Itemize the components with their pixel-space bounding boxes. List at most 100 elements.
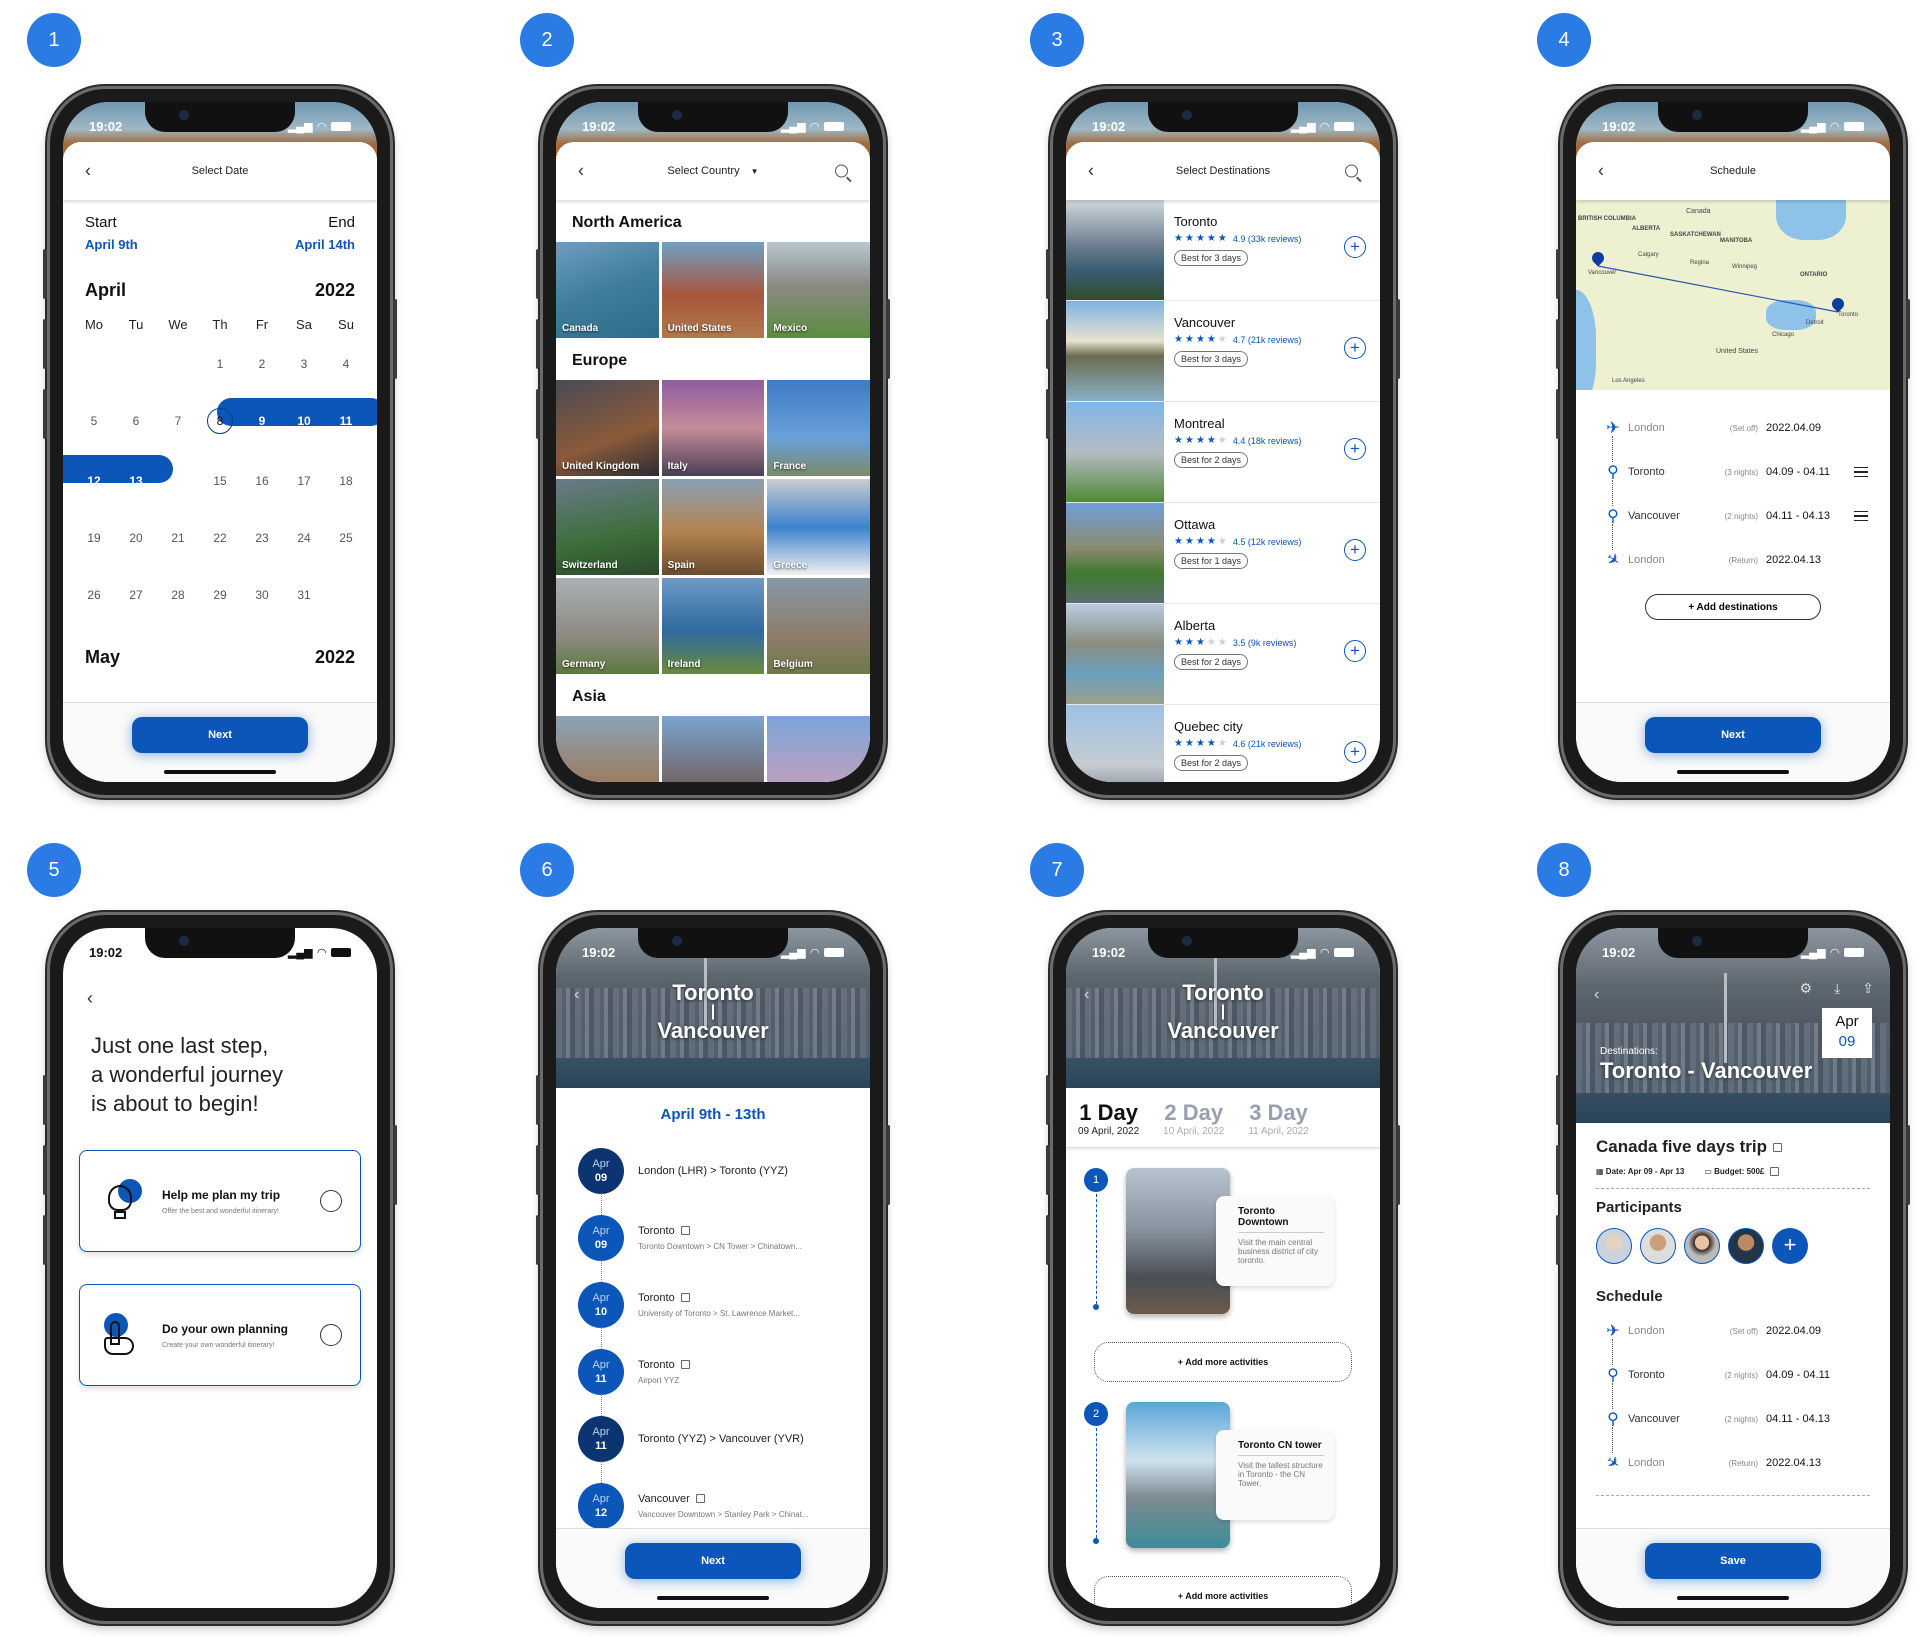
calendar-day[interactable]: 15 xyxy=(199,471,241,491)
country-dropdown[interactable]: Select Country ▼ xyxy=(667,165,758,177)
country-tile[interactable]: United States xyxy=(661,242,765,338)
calendar-day[interactable]: 30 xyxy=(241,585,283,605)
calendar-day[interactable]: 27 xyxy=(115,585,157,605)
calendar-day[interactable]: 6 xyxy=(115,411,157,431)
calendar-day[interactable]: 24 xyxy=(283,528,325,548)
calendar-day[interactable]: 3 xyxy=(283,354,325,374)
option-radio[interactable] xyxy=(320,1190,342,1212)
edit-icon[interactable] xyxy=(680,1360,690,1370)
calendar-day[interactable]: 18 xyxy=(325,471,367,491)
country-tile[interactable]: Greece xyxy=(767,479,870,575)
back-icon[interactable]: ‹ xyxy=(1594,986,1599,1004)
destination-row[interactable]: Alberta ★★★★★ 3.5 (9k reviews) Best for 2 d… xyxy=(1066,604,1380,705)
country-tile[interactable]: Mexico xyxy=(767,242,870,338)
day-tab[interactable]: 2 Day 10 April, 2022 xyxy=(1163,1100,1224,1137)
search-icon[interactable] xyxy=(835,164,848,178)
calendar-day[interactable]: 7 xyxy=(157,411,199,431)
back-icon[interactable]: ‹ xyxy=(63,968,377,1009)
option-help-plan[interactable]: Help me plan my trip Offer the best and … xyxy=(79,1150,361,1252)
back-icon[interactable]: ‹ xyxy=(578,161,584,182)
add-destinations-button[interactable]: + Add destinations xyxy=(1645,594,1821,620)
country-tile[interactable]: Italy xyxy=(661,380,765,476)
calendar-day[interactable]: 10 xyxy=(283,411,325,431)
country-tile[interactable]: France xyxy=(767,380,870,476)
edit-icon[interactable] xyxy=(1773,1143,1783,1153)
timeline-item[interactable]: Apr 11 Toronto Airport YYZ xyxy=(578,1338,848,1416)
calendar-day[interactable]: 28 xyxy=(157,585,199,605)
calendar-day[interactable]: 21 xyxy=(157,528,199,548)
calendar-day[interactable]: 11 xyxy=(325,411,367,431)
calendar-day[interactable]: 13 xyxy=(115,471,157,491)
next-button[interactable]: Next xyxy=(625,1543,801,1579)
edit-icon[interactable] xyxy=(695,1494,705,1504)
country-tile[interactable]: Canada xyxy=(556,242,659,338)
country-tile[interactable] xyxy=(661,716,765,782)
route-map[interactable]: Canada BRITISH COLUMBIA ALBERTA SASKATCH… xyxy=(1576,200,1890,390)
share-icon[interactable]: ⇪ xyxy=(1862,980,1874,997)
country-tile[interactable]: Switzerland xyxy=(556,479,659,575)
day-tab[interactable]: 3 Day 11 April, 2022 xyxy=(1248,1100,1308,1137)
timeline-item[interactable]: Apr 11 Toronto (YYZ) > Vancouver (YVR) xyxy=(578,1405,848,1483)
back-icon[interactable]: ‹ xyxy=(1598,161,1604,182)
country-tile[interactable]: Belgium xyxy=(767,578,870,674)
calendar-day[interactable]: 8 xyxy=(207,408,233,434)
option-own-planning[interactable]: Do your own planning Create your own won… xyxy=(79,1284,361,1386)
search-icon[interactable] xyxy=(1345,164,1358,178)
timeline-item[interactable]: Apr 09 London (LHR) > Toronto (YYZ) xyxy=(578,1137,848,1215)
add-destination-icon[interactable]: + xyxy=(1344,337,1366,359)
country-tile[interactable]: Ireland xyxy=(661,578,765,674)
timeline-item[interactable]: Apr 09 Toronto Toronto Downtown > CN Tower … xyxy=(578,1204,848,1282)
destination-row[interactable]: Montreal ★★★★★ 4.4 (18k reviews) Best for 2… xyxy=(1066,402,1380,503)
destination-row[interactable]: Ottawa ★★★★★ 4.5 (12k reviews) Best for 1 d… xyxy=(1066,503,1380,604)
avatar[interactable] xyxy=(1640,1228,1676,1265)
calendar-day[interactable]: 1 xyxy=(199,354,241,374)
add-destination-icon[interactable]: + xyxy=(1344,741,1366,763)
day-tab[interactable]: 1 Day 09 April, 2022 xyxy=(1078,1100,1139,1137)
calendar-day[interactable]: 19 xyxy=(73,528,115,548)
avatar[interactable] xyxy=(1728,1228,1764,1265)
edit-icon[interactable] xyxy=(680,1293,690,1303)
calendar-day[interactable]: 5 xyxy=(73,411,115,431)
gear-icon[interactable]: ⚙ xyxy=(1800,980,1813,997)
calendar-day[interactable]: 4 xyxy=(325,354,367,374)
calendar-day[interactable]: 12 xyxy=(73,471,115,491)
activity-photo[interactable] xyxy=(1126,1168,1230,1314)
edit-icon[interactable] xyxy=(680,1226,690,1236)
start-date[interactable]: April 9th xyxy=(85,237,138,252)
download-icon[interactable]: ⤓ xyxy=(1834,980,1840,997)
avatar[interactable] xyxy=(1596,1228,1632,1265)
reorder-handle-icon[interactable] xyxy=(1854,511,1868,521)
activity-photo[interactable] xyxy=(1126,1402,1230,1548)
calendar-day[interactable]: 2 xyxy=(241,354,283,374)
country-tile[interactable]: United Kingdom xyxy=(556,380,659,476)
add-participant-button[interactable]: + xyxy=(1772,1228,1808,1265)
edit-icon[interactable] xyxy=(1770,1167,1780,1177)
next-button[interactable]: Next xyxy=(1645,717,1821,753)
calendar-day[interactable]: 17 xyxy=(283,471,325,491)
country-tile[interactable]: Spain xyxy=(661,479,765,575)
option-radio[interactable] xyxy=(320,1324,342,1346)
calendar-day[interactable]: 16 xyxy=(241,471,283,491)
destination-row[interactable]: Quebec city ★★★★★ 4.6 (21k reviews) Best fo… xyxy=(1066,705,1380,782)
add-activities-button[interactable]: + Add more activities xyxy=(1094,1342,1352,1382)
calendar-day[interactable]: 22 xyxy=(199,528,241,548)
add-destination-icon[interactable]: + xyxy=(1344,640,1366,662)
destination-row[interactable]: Vancouver ★★★★★ 4.7 (21k reviews) Best for … xyxy=(1066,301,1380,402)
activity-card[interactable]: Toronto Downtown Visit the main central b… xyxy=(1216,1196,1334,1286)
calendar-day[interactable]: 9 xyxy=(241,411,283,431)
add-destination-icon[interactable]: + xyxy=(1344,539,1366,561)
activity-card[interactable]: Toronto CN tower Visit the tallest struct… xyxy=(1216,1430,1334,1520)
back-icon[interactable]: ‹ xyxy=(85,161,91,182)
country-tile[interactable] xyxy=(767,716,870,782)
calendar-day[interactable]: 31 xyxy=(283,585,325,605)
next-button[interactable]: Next xyxy=(132,717,308,753)
add-activities-button[interactable]: + Add more activities xyxy=(1094,1576,1352,1608)
timeline-item[interactable]: Apr 10 Toronto University of Toronto > St. … xyxy=(578,1271,848,1349)
calendar-day[interactable]: 20 xyxy=(115,528,157,548)
back-icon[interactable]: ‹ xyxy=(1088,161,1094,182)
calendar-day[interactable]: 25 xyxy=(325,528,367,548)
calendar-day[interactable]: 29 xyxy=(199,585,241,605)
calendar-day[interactable]: 14 xyxy=(157,471,199,491)
calendar-day[interactable]: 26 xyxy=(73,585,115,605)
save-button[interactable]: Save xyxy=(1645,1543,1821,1579)
